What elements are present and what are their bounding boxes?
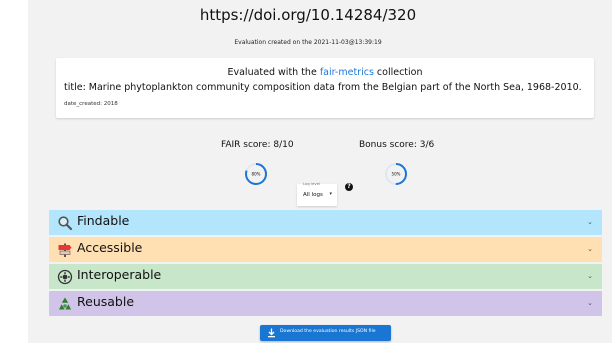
- download-json-button[interactable]: Download the evaluation results JSON fil…: [260, 325, 391, 341]
- accordion-label: Accessible: [77, 240, 143, 255]
- accordion-reusable[interactable]: Reusable ⌄: [49, 291, 602, 316]
- accordion-label: Interoperable: [77, 267, 162, 282]
- evaluation-created-text: Evaluation created on the 2021-11-03@13:…: [234, 39, 382, 46]
- chevron-down-icon: ⌄: [587, 299, 593, 307]
- evaluated-prefix: Evaluated with the: [227, 67, 320, 78]
- chevron-down-icon: ⌄: [587, 218, 593, 226]
- accordion-interoperable[interactable]: Interoperable ⌄: [49, 264, 602, 289]
- log-level-label: Log level: [303, 181, 321, 186]
- bonus-score-label: Bonus score: 3/6: [359, 140, 435, 150]
- date-created: date_created: 2018: [64, 101, 118, 107]
- fair-score-label: FAIR score: 8/10: [221, 140, 294, 150]
- bonus-score-percent: 50%: [392, 172, 401, 177]
- evaluated-with-line: Evaluated with the fair-metrics collecti…: [56, 67, 594, 78]
- chevron-down-icon: ⌄: [587, 245, 593, 253]
- accordion-label: Findable: [77, 213, 130, 228]
- gear-circle-icon: [57, 269, 73, 285]
- caret-down-icon: ▾: [329, 191, 332, 197]
- accordion-accessible[interactable]: Accessible ⌄: [49, 237, 602, 262]
- chevron-down-icon: ⌄: [587, 272, 593, 280]
- evaluated-suffix: collection: [373, 67, 423, 78]
- collection-link[interactable]: fair-metrics: [320, 67, 374, 78]
- magnifier-icon: [58, 216, 73, 231]
- accordion-label: Reusable: [77, 294, 135, 309]
- download-button-label: Download the evaluation results JSON fil…: [280, 329, 376, 334]
- help-icon[interactable]: ?: [345, 183, 353, 191]
- dataset-title: title: Marine phytoplankton community co…: [64, 82, 582, 93]
- accordion-findable[interactable]: Findable ⌄: [49, 210, 602, 235]
- bonus-score-gauge: 50%: [385, 163, 407, 185]
- evaluation-info-card: Evaluated with the fair-metrics collecti…: [56, 58, 594, 118]
- recycle-icon: [59, 297, 71, 310]
- page-title: https://doi.org/10.14284/320: [199, 6, 417, 24]
- fair-score-gauge: 80%: [245, 163, 267, 185]
- log-level-value: All logs: [303, 192, 323, 198]
- fair-score-percent: 80%: [252, 172, 261, 177]
- log-level-select[interactable]: Log level All logs ▾: [297, 181, 337, 206]
- signpost-icon: [58, 243, 72, 257]
- download-icon: [268, 328, 275, 338]
